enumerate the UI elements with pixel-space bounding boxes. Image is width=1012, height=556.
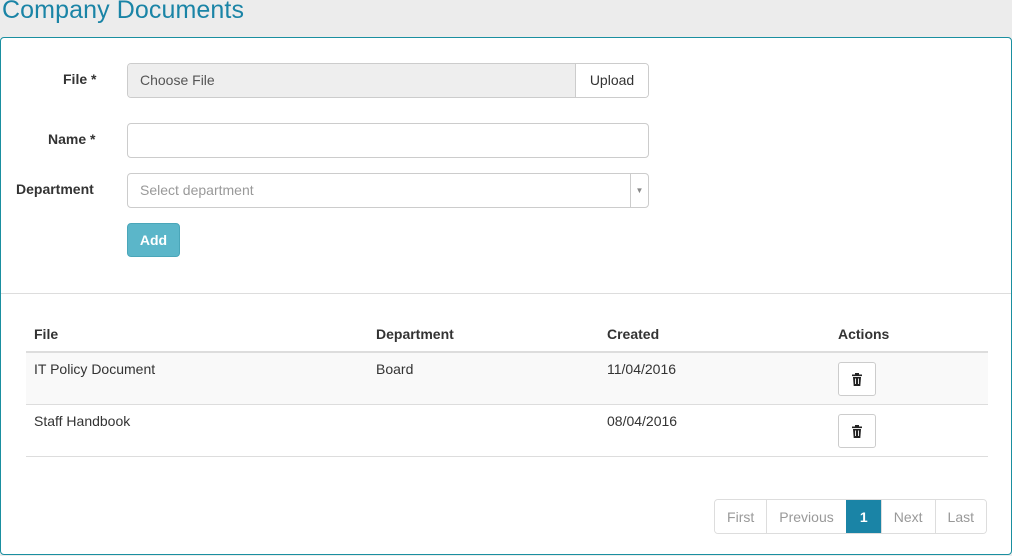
pagination-last[interactable]: Last	[934, 500, 986, 533]
name-input[interactable]	[127, 123, 649, 158]
department-select-placeholder: Select department	[140, 182, 254, 198]
department-label: Department	[16, 181, 94, 197]
add-button[interactable]: Add	[127, 223, 180, 257]
pagination: First Previous 1 Next Last	[714, 499, 987, 534]
file-label: File *	[63, 71, 97, 87]
chevron-down-icon: ▼	[630, 174, 648, 207]
cell-department	[368, 405, 599, 456]
delete-button[interactable]	[838, 362, 876, 396]
pagination-page-current[interactable]: 1	[845, 500, 881, 533]
column-header-file[interactable]: File	[26, 318, 368, 351]
pagination-previous[interactable]: Previous	[766, 500, 846, 533]
table-row: IT Policy Document Board 11/04/2016	[26, 353, 988, 405]
cell-actions	[830, 405, 988, 456]
cell-department: Board	[376, 361, 414, 377]
page-title: Company Documents	[2, 0, 245, 24]
file-upload-group: Choose File Upload	[127, 63, 649, 98]
cell-actions	[830, 353, 988, 404]
cell-created: 11/04/2016	[607, 361, 677, 377]
name-label: Name *	[48, 131, 96, 147]
column-header-actions: Actions	[838, 326, 890, 342]
upload-button[interactable]: Upload	[576, 64, 648, 97]
trash-icon	[852, 372, 862, 386]
delete-button[interactable]	[838, 414, 876, 448]
pagination-next[interactable]: Next	[880, 500, 935, 533]
cell-file: Staff Handbook	[34, 413, 131, 429]
divider	[1, 293, 1011, 294]
trash-icon	[852, 424, 862, 438]
column-header-created[interactable]: Created	[599, 318, 830, 351]
pagination-first[interactable]: First	[715, 500, 767, 533]
table-row: Staff Handbook 08/04/2016	[26, 405, 988, 457]
department-select[interactable]: Select department ▼	[127, 173, 649, 208]
column-header-department[interactable]: Department	[368, 318, 599, 351]
documents-table: File Department Created Actions IT Polic…	[26, 318, 988, 457]
cell-file: IT Policy Document	[34, 361, 156, 377]
choose-file-input[interactable]: Choose File	[128, 64, 576, 97]
documents-panel: File * Choose File Upload Name * Departm…	[0, 37, 1012, 555]
table-header: File Department Created Actions	[26, 318, 988, 353]
cell-created: 08/04/2016	[607, 413, 678, 429]
